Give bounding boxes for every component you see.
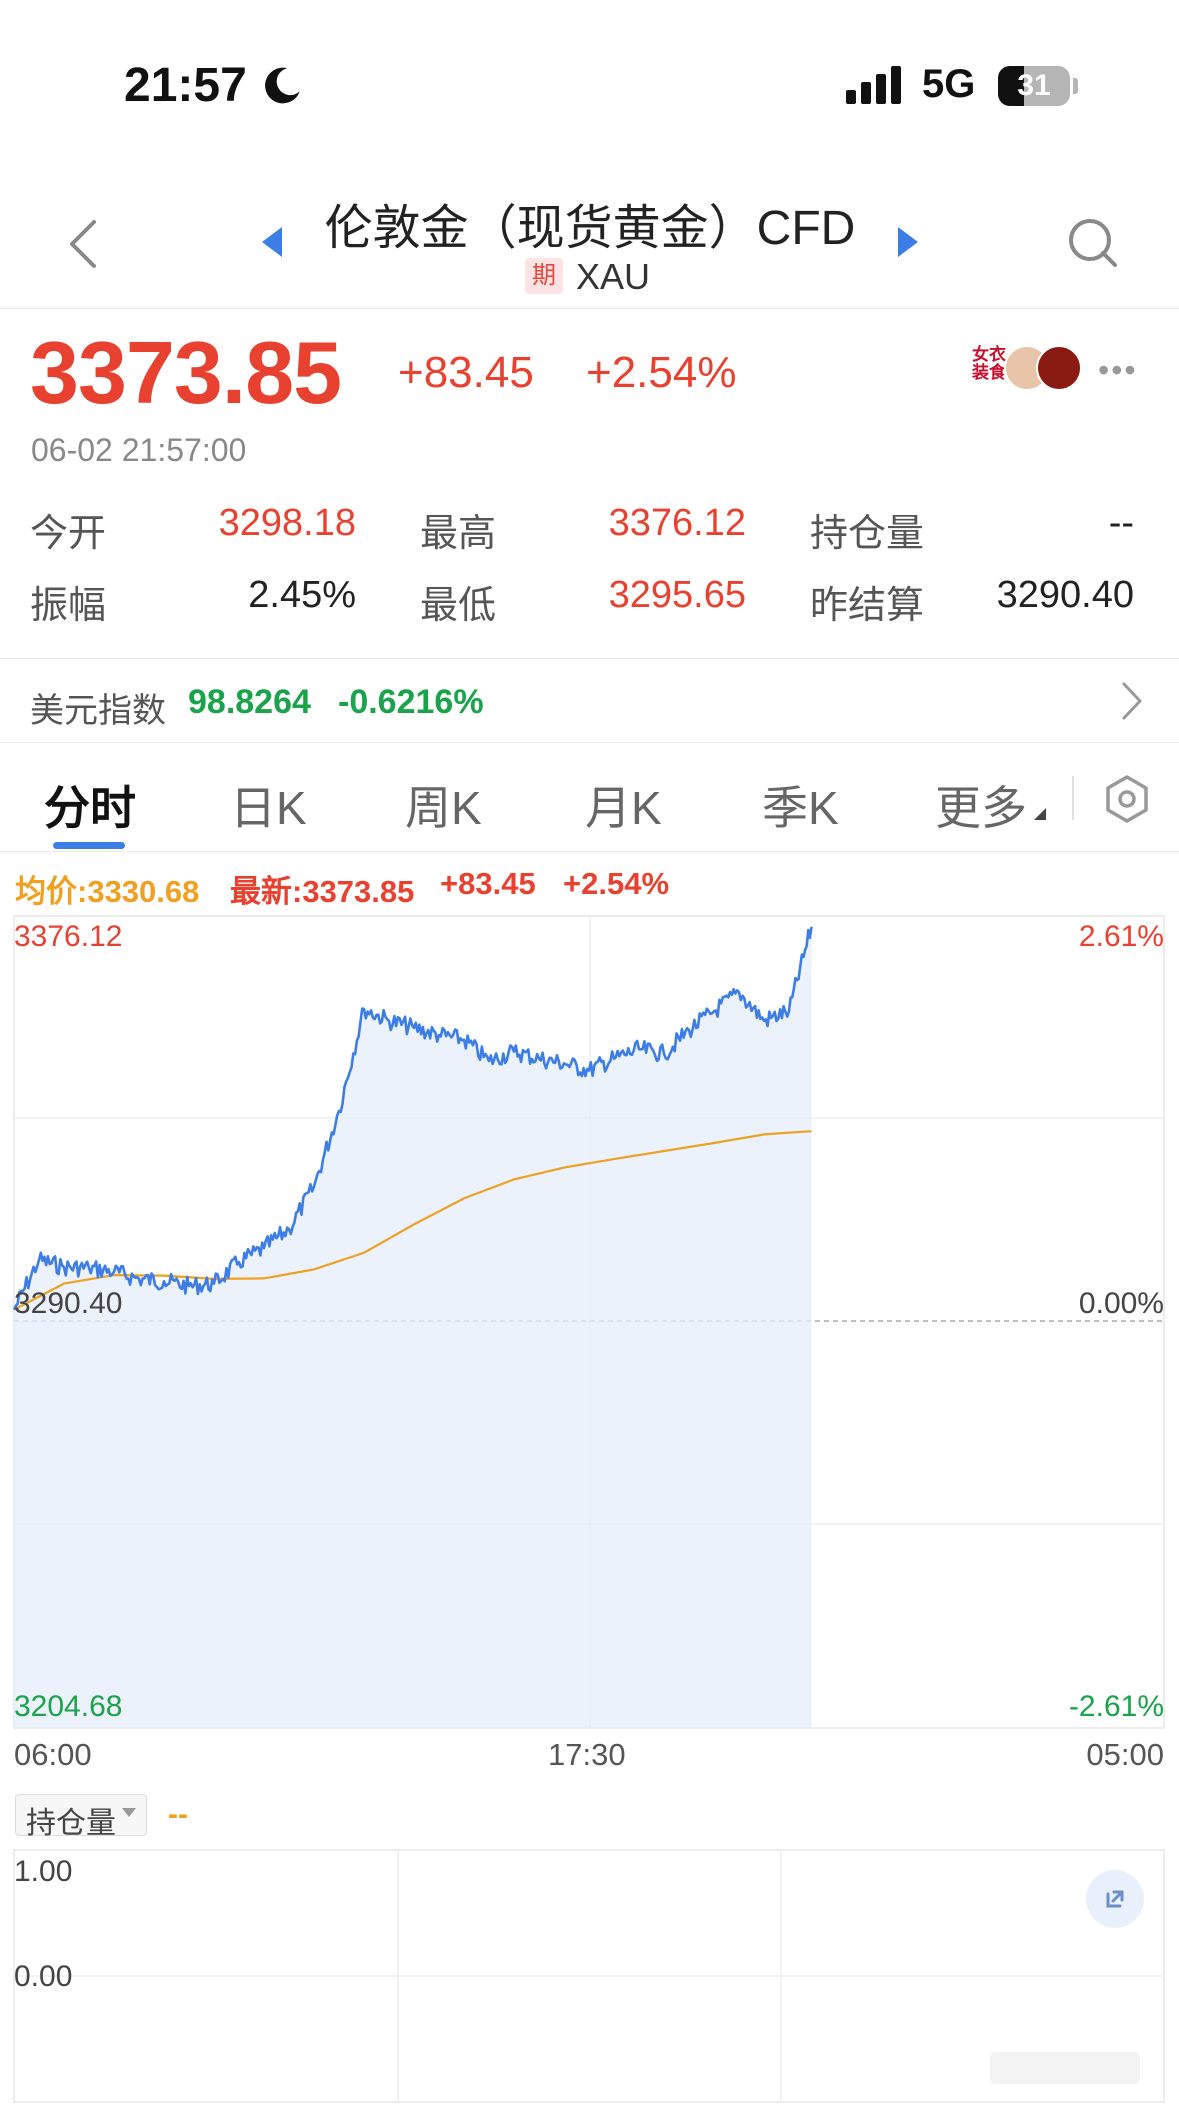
price-change-pct: +2.54% xyxy=(586,348,737,397)
x-axis-mid: 17:30 xyxy=(548,1737,626,1772)
status-time: 21:57 xyxy=(124,59,247,112)
divider xyxy=(0,851,1179,852)
avg-price-line xyxy=(13,1130,812,1311)
caret-down-icon xyxy=(122,1808,136,1817)
stat-value-high: 3376.12 xyxy=(608,502,746,544)
more-icon[interactable]: ••• xyxy=(1098,352,1138,389)
divider xyxy=(0,658,1179,659)
price-area-fill xyxy=(14,926,812,1728)
legend-change: +83.45 xyxy=(440,866,536,901)
usd-index-change: -0.6216% xyxy=(338,683,484,721)
futures-badge: 期 xyxy=(525,258,563,294)
stat-label-low: 最低 xyxy=(420,585,497,627)
battery-level: 31 xyxy=(1017,69,1051,102)
tab-active-indicator xyxy=(53,842,125,849)
network-type: 5G xyxy=(922,62,976,106)
intraday-chart[interactable] xyxy=(0,0,1179,2111)
next-instrument-icon[interactable] xyxy=(894,225,920,259)
usd-index-label: 美元指数 xyxy=(30,692,166,730)
stat-label-prev-settle: 昨结算 xyxy=(810,585,925,627)
battery-icon: 31 xyxy=(998,66,1070,106)
price-change: +83.45 xyxy=(398,348,534,397)
stat-label-open: 今开 xyxy=(30,513,107,555)
latest-price-line xyxy=(12,926,813,1311)
x-axis-start: 06:00 xyxy=(14,1737,92,1772)
open-interest-value: -- xyxy=(168,1798,188,1831)
legend-change-pct: +2.54% xyxy=(563,866,670,901)
previous-instrument-icon[interactable] xyxy=(260,225,286,259)
stat-value-amplitude: 2.45% xyxy=(248,574,356,616)
divider xyxy=(0,308,1179,309)
community-badge-icon: 女衣 装食 xyxy=(972,345,1006,382)
stat-value-open-interest: -- xyxy=(1108,502,1134,544)
tab-quarterly-k[interactable]: 季K xyxy=(762,772,839,838)
tab-divider xyxy=(1072,776,1074,820)
pct-axis-bottom: -2.61% xyxy=(1068,1690,1164,1723)
instrument-code: XAU xyxy=(576,256,651,297)
tab-more[interactable]: 更多 xyxy=(935,772,1027,838)
quote-timestamp: 06-02 21:57:00 xyxy=(31,432,247,468)
back-chevron-icon[interactable] xyxy=(66,218,100,270)
divider xyxy=(0,742,1179,743)
settings-gear-icon[interactable] xyxy=(1102,774,1152,824)
stat-value-open: 3298.18 xyxy=(218,502,356,544)
legend-avg-price: 均价:3330.68 xyxy=(15,874,200,909)
last-price: 3373.85 xyxy=(30,323,342,422)
stat-label-amplitude: 振幅 xyxy=(30,585,107,627)
open-interest-chart xyxy=(13,1849,1165,2103)
y-axis-mid: 3290.40 xyxy=(14,1287,123,1320)
watermark xyxy=(990,2052,1140,2084)
moon-icon xyxy=(265,67,300,104)
indicator-selector-label: 持仓量 xyxy=(26,1807,116,1840)
oi-y-axis-top: 1.00 xyxy=(14,1855,73,1888)
y-axis-top: 3376.12 xyxy=(14,920,123,953)
stat-value-prev-settle: 3290.40 xyxy=(996,574,1134,616)
tab-weekly-k[interactable]: 周K xyxy=(405,772,482,838)
dropdown-corner-icon xyxy=(1034,808,1046,820)
oi-y-axis-zero: 0.00 xyxy=(14,1960,73,1993)
expand-icon xyxy=(1106,1890,1124,1908)
stat-value-low: 3295.65 xyxy=(608,574,746,616)
expand-button[interactable] xyxy=(1086,1870,1144,1928)
pct-axis-mid: 0.00% xyxy=(1078,1287,1164,1320)
stat-label-open-interest: 持仓量 xyxy=(810,513,925,555)
avatar xyxy=(1036,345,1082,391)
pct-axis-top: 2.61% xyxy=(1078,920,1164,953)
tab-intraday[interactable]: 分时 xyxy=(44,772,136,838)
x-axis-end: 05:00 xyxy=(1086,1737,1164,1772)
page-title: 伦敦金（现货黄金）CFD xyxy=(324,202,856,255)
tab-monthly-k[interactable]: 月K xyxy=(585,772,662,838)
search-icon[interactable] xyxy=(1068,218,1118,268)
cellular-signal-icon xyxy=(846,66,901,104)
legend-latest-price: 最新:3373.85 xyxy=(230,874,415,909)
usd-index-value: 98.8264 xyxy=(188,683,311,721)
battery-tip xyxy=(1073,78,1078,94)
stat-label-high: 最高 xyxy=(420,513,497,555)
y-axis-bottom: 3204.68 xyxy=(14,1690,123,1723)
chevron-right-icon[interactable] xyxy=(1120,680,1144,722)
tab-daily-k[interactable]: 日K xyxy=(230,772,307,838)
